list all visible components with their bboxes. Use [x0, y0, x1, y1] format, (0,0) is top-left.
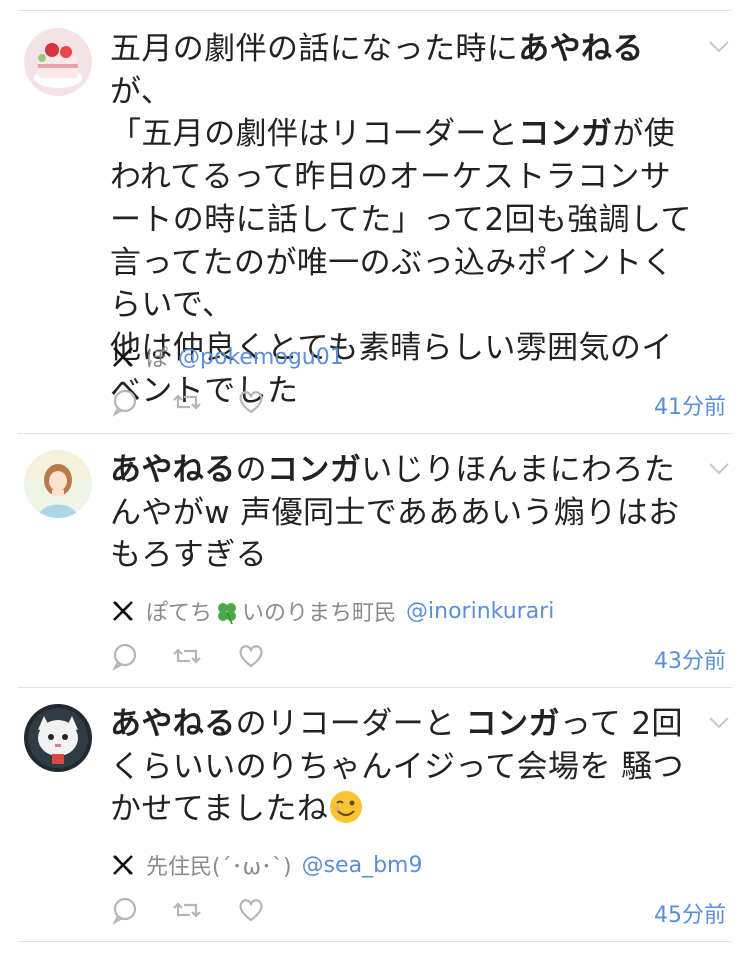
- user-name-part: ぽてち: [146, 601, 213, 626]
- reply-icon[interactable]: [110, 895, 140, 925]
- cake-avatar-icon[interactable]: [24, 28, 92, 96]
- text-segment: が、: [110, 73, 173, 110]
- post-time[interactable]: 41分前: [654, 389, 726, 421]
- girl-avatar-icon[interactable]: [24, 450, 92, 518]
- user-handle[interactable]: @sea_bm9: [302, 853, 423, 878]
- x-logo-icon: [113, 601, 133, 621]
- post-actions: 45分前: [110, 895, 726, 931]
- bold-keyword: コンガ: [465, 706, 560, 742]
- user-name[interactable]: 先住民(´･ω･`): [146, 849, 292, 881]
- chevron-down-icon[interactable]: [708, 462, 730, 476]
- post-text: あやねるのリコーダーと コンガって 2回くらいいのりちゃんイジって会場を 騒つか…: [110, 703, 695, 831]
- post-source: ぽ @pokemogu01: [112, 342, 344, 372]
- x-logo-icon: [113, 855, 133, 875]
- post-actions: 41分前: [110, 387, 726, 423]
- post-source: 先住民(´･ω･`) @sea_bm9: [112, 850, 422, 880]
- like-icon[interactable]: [236, 641, 266, 671]
- four-leaf-clover-icon: [218, 603, 237, 625]
- text-segment: 五月の劇伴の話になった時に: [110, 31, 519, 67]
- bold-keyword: あやねる: [110, 452, 236, 488]
- reply-icon[interactable]: [110, 641, 140, 671]
- post-source: ぽてち いのりまち町民 @inorinkurari: [112, 596, 554, 626]
- post-time[interactable]: 45分前: [654, 897, 726, 929]
- like-icon[interactable]: [236, 895, 266, 925]
- text-segment: 「五月の劇伴はリコーダーと: [110, 116, 519, 153]
- user-name-part: いのりまち町民: [242, 601, 397, 626]
- post-divider: [18, 941, 732, 942]
- post-actions: 43分前: [110, 641, 726, 677]
- bold-keyword: コンガ: [267, 452, 362, 488]
- bold-keyword: あやねる: [518, 31, 644, 67]
- retweet-icon[interactable]: [172, 895, 202, 925]
- winking-face-emoji-icon: [330, 791, 363, 824]
- chevron-down-icon[interactable]: [708, 40, 730, 54]
- chevron-down-icon[interactable]: [708, 716, 730, 730]
- user-name[interactable]: ぽ: [146, 341, 168, 373]
- post-divider: [18, 433, 732, 434]
- user-handle[interactable]: @inorinkurari: [406, 599, 554, 624]
- post-text: あやねるのコンガいじりほんまにわろたんやがw 声優同士であああいう煽りはおもろす…: [110, 449, 695, 577]
- retweet-icon[interactable]: [172, 387, 202, 417]
- user-name[interactable]: ぽてち いのりまち町民: [146, 595, 396, 627]
- x-logo-icon: [113, 347, 133, 367]
- character-avatar-icon[interactable]: [24, 704, 92, 772]
- bold-keyword: あやねる: [110, 706, 236, 742]
- reply-icon[interactable]: [110, 387, 140, 417]
- top-divider: [18, 10, 732, 11]
- text-segment: のリコーダーと: [235, 706, 466, 742]
- post-time[interactable]: 43分前: [654, 643, 726, 675]
- post-divider: [18, 687, 732, 688]
- retweet-icon[interactable]: [172, 641, 202, 671]
- text-segment: の: [235, 452, 268, 488]
- like-icon[interactable]: [236, 387, 266, 417]
- bold-keyword: コンガ: [518, 116, 613, 153]
- user-handle[interactable]: @pokemogu01: [178, 345, 344, 370]
